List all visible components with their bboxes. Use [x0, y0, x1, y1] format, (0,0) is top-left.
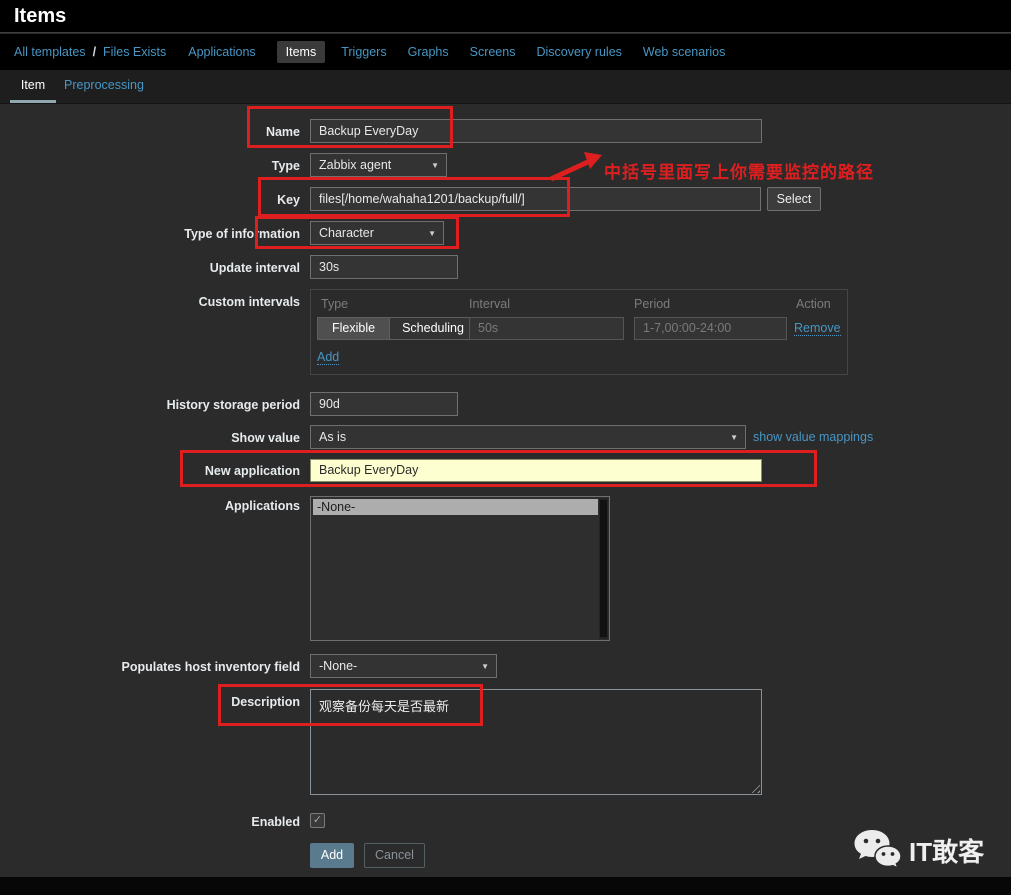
tab-preprocessing[interactable]: Preprocessing [64, 70, 144, 103]
update-interval-input[interactable]: 30s [310, 255, 458, 279]
ci-header-type: Type [321, 297, 349, 311]
breadcrumb-template-name[interactable]: Files Exists [103, 45, 166, 59]
ci-add-link[interactable]: Add [317, 350, 340, 365]
nav-item-applications[interactable]: Applications [188, 45, 255, 59]
zabbix-item-form-page: Items All templates / Files Exists Appli… [0, 0, 1011, 895]
populates-host-inventory-label: Populates host inventory field [121, 660, 301, 674]
chevron-down-icon: ▼ [481, 662, 489, 671]
nav-item-discovery-rules[interactable]: Discovery rules [536, 45, 621, 59]
ci-scheduling-button[interactable]: Scheduling [389, 318, 476, 339]
applications-label: Applications [224, 499, 300, 513]
new-application-input[interactable]: Backup EveryDay [310, 459, 762, 482]
show-value-value: As is [319, 430, 347, 444]
show-value-mappings-link[interactable]: show value mappings [753, 430, 873, 444]
type-select[interactable]: Zabbix agent ▼ [310, 153, 447, 177]
update-interval-label: Update interval [209, 261, 300, 275]
cancel-button[interactable]: Cancel [364, 843, 425, 868]
key-label: Key [277, 193, 300, 207]
chevron-down-icon: ▼ [730, 433, 738, 442]
breadcrumb-separator: / [92, 45, 97, 59]
custom-intervals-group: Type Interval Period Action Flexible Sch… [310, 289, 848, 375]
type-of-information-label: Type of information [184, 227, 300, 241]
nav-item-web-scenarios[interactable]: Web scenarios [643, 45, 725, 59]
key-select-button[interactable]: Select [767, 187, 821, 211]
enabled-label: Enabled [251, 815, 300, 829]
nav-item-graphs[interactable]: Graphs [408, 45, 449, 59]
type-select-value: Zabbix agent [319, 158, 392, 172]
ci-header-action: Action [796, 297, 831, 311]
applications-option-none[interactable]: -None- [313, 499, 598, 515]
applications-scrollbar[interactable] [599, 498, 608, 639]
description-label: Description [231, 695, 300, 709]
populates-host-inventory-value: -None- [319, 659, 358, 673]
name-input[interactable]: Backup EveryDay [310, 119, 762, 143]
bottom-bar [0, 877, 1011, 895]
wechat-icon [854, 830, 902, 870]
watermark-text: IT敢客 [909, 836, 985, 867]
applications-listbox[interactable]: -None- [310, 496, 610, 641]
ci-remove-link[interactable]: Remove [794, 321, 841, 336]
key-input[interactable]: files[/home/wahaha1201/backup/full/] [310, 187, 761, 211]
page-header: Items [0, 0, 1011, 33]
annotation-text: 中括号里面写上你需要监控的路径 [604, 163, 874, 182]
history-storage-period-label: History storage period [166, 398, 300, 412]
chevron-down-icon: ▼ [431, 161, 439, 170]
watermark: IT敢客 [853, 828, 984, 872]
add-button[interactable]: Add [310, 843, 354, 868]
ci-type-toggle: Flexible Scheduling [317, 317, 477, 340]
enabled-checkbox[interactable]: ✓ [310, 813, 325, 828]
breadcrumb: All templates / Files Exists Application… [0, 34, 1011, 70]
breadcrumb-group: All templates / Files Exists [14, 45, 166, 59]
ci-period-input[interactable]: 1-7,00:00-24:00 [634, 317, 787, 340]
nav-item-items[interactable]: Items [276, 41, 326, 63]
show-value-label: Show value [231, 431, 300, 445]
ci-flexible-button[interactable]: Flexible [318, 318, 390, 339]
page-title: Items [14, 5, 67, 27]
ci-header-period: Period [634, 297, 671, 311]
type-label: Type [271, 159, 300, 173]
tab-item[interactable]: Item [10, 70, 56, 103]
chevron-down-icon: ▼ [428, 229, 436, 238]
tab-bar: Item Preprocessing [0, 70, 1011, 104]
annotation-arrow-icon [549, 152, 602, 182]
check-icon: ✓ [312, 814, 323, 826]
type-of-information-value: Character [319, 226, 374, 240]
new-application-label: New application [204, 464, 300, 478]
description-text: 观察备份每天是否最新 [319, 699, 450, 714]
nav-item-triggers[interactable]: Triggers [341, 45, 386, 59]
ci-interval-input[interactable]: 50s [469, 317, 624, 340]
ci-header-interval: Interval [469, 297, 510, 311]
populates-host-inventory-select[interactable]: -None- ▼ [310, 654, 497, 678]
description-textarea[interactable]: 观察备份每天是否最新 [310, 689, 762, 795]
type-of-information-select[interactable]: Character ▼ [310, 221, 444, 245]
custom-intervals-label: Custom intervals [198, 295, 300, 309]
name-label: Name [265, 125, 300, 139]
breadcrumb-all-templates[interactable]: All templates [14, 45, 86, 59]
nav-item-screens[interactable]: Screens [470, 45, 516, 59]
resize-handle-icon[interactable] [748, 781, 760, 793]
show-value-select[interactable]: As is ▼ [310, 425, 746, 449]
history-storage-period-input[interactable]: 90d [310, 392, 458, 416]
applications-scrollbar-thumb[interactable] [600, 500, 607, 637]
